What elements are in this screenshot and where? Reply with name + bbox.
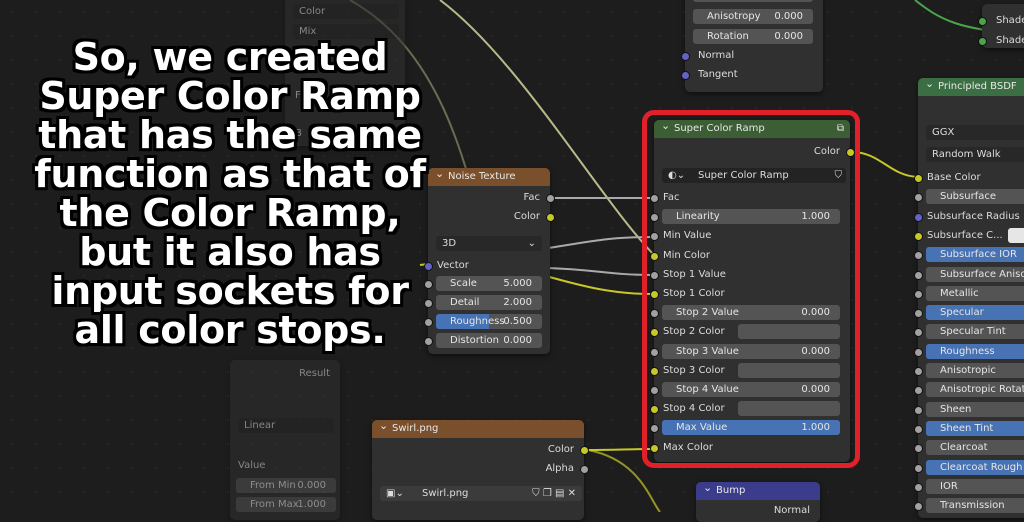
map-range-node[interactable]: Result Linear Value From Min 0.000 From M… — [230, 360, 340, 520]
bsdf-socket[interactable] — [914, 251, 923, 261]
bsdf-input[interactable]: Anisotropic — [926, 363, 1024, 378]
swirl-title: Swirl.png — [392, 423, 439, 434]
caption-overlay: So, we created Super Color Ramp that has t… — [0, 38, 460, 350]
bsdf-socket[interactable] — [914, 367, 923, 376]
swirl-image-node[interactable]: Swirl.png Color Alpha ▣⌄ Swirl.png ⛉ ❐ ▤… — [372, 417, 589, 520]
bump-normal-label: Normal — [773, 505, 810, 516]
caption-line: all color stops. — [74, 308, 386, 352]
image-selector[interactable]: ▣⌄ Swirl.png ⛉ ❐ ▤ ✕ — [380, 486, 582, 501]
normal-socket[interactable] — [681, 52, 690, 61]
caption-line: Super Color Ramp — [39, 74, 421, 118]
subsurface-method-dropdown[interactable]: Random Walk — [926, 147, 1024, 162]
shader-label-1: Shade — [996, 15, 1024, 26]
noise-fac-label: Fac — [523, 192, 540, 203]
bsdf-input: Base Color — [927, 172, 981, 183]
subsurface-color-swatch[interactable] — [1008, 227, 1024, 243]
shader-socket-2[interactable] — [978, 37, 987, 46]
bsdf-input[interactable]: Metallic — [926, 285, 1024, 301]
bsdf-input[interactable]: Specular Tint — [926, 324, 1024, 340]
bump-header[interactable]: Bump — [696, 479, 820, 500]
roughness-field-partial[interactable] — [693, 0, 813, 2]
bsdf-socket[interactable] — [914, 347, 923, 357]
tangent-socket[interactable] — [681, 71, 690, 80]
image-icon: ▣⌄ — [386, 488, 404, 499]
rotation-field[interactable]: Rotation 0.000 — [693, 29, 813, 44]
shader-label-2: Shade — [996, 35, 1024, 46]
bsdf-socket[interactable] — [914, 405, 923, 415]
caption-line: function as that of — [34, 152, 426, 196]
bsdf-input[interactable]: Anisotropic Rotati — [926, 382, 1024, 398]
bsdf-input[interactable]: Clearcoat Rough — [926, 459, 1024, 475]
bsdf-input[interactable]: Roughness — [926, 343, 1024, 359]
bsdf-socket[interactable] — [914, 174, 923, 183]
distribution-dropdown[interactable]: GGX — [926, 125, 1024, 140]
bsdf-socket[interactable] — [914, 424, 923, 434]
from-max-field[interactable]: From Max 1.000 — [236, 497, 336, 512]
bsdf-socket[interactable] — [914, 502, 923, 512]
bsdf-input[interactable]: Sheen — [926, 401, 1024, 417]
result-label: Result — [299, 368, 330, 379]
mix-type-dropdown[interactable]: Color — [293, 4, 399, 19]
interpolation-dropdown[interactable]: Linear — [238, 418, 334, 433]
bsdf-input[interactable]: Subsurface — [926, 189, 1024, 205]
bump-node[interactable]: Bump Normal — [696, 479, 820, 522]
bsdf-socket[interactable] — [914, 212, 923, 222]
bsdf-socket[interactable] — [914, 328, 923, 338]
caption-line: So, we created — [72, 35, 388, 79]
bump-title: Bump — [716, 485, 746, 496]
bsdf-input: Subsurface C... — [927, 229, 1003, 241]
image-name: Swirl.png — [422, 488, 469, 499]
bsdf-input[interactable]: Specular — [926, 305, 1024, 321]
wire-stop1-value — [547, 267, 656, 276]
shader-socket-1[interactable] — [978, 17, 987, 26]
noise-fac-socket[interactable] — [546, 194, 555, 203]
bsdf-socket[interactable] — [914, 289, 923, 299]
bsdf-input[interactable]: Subsurface Aniso — [926, 266, 1024, 282]
wire-out-color — [851, 151, 919, 178]
bsdf-input[interactable]: Clearcoat — [926, 440, 1024, 456]
bsdf-socket[interactable] — [914, 193, 923, 203]
swirl-alpha-label: Alpha — [545, 463, 574, 474]
bsdf-input: Subsurface Radius — [927, 210, 1020, 222]
principled-bsdf-node[interactable]: Principled BSDF GGX Random Walk Base Col… — [914, 75, 1024, 518]
caption-line: input sockets for — [51, 269, 409, 313]
tangent-label: Tangent — [698, 69, 738, 80]
anisotropy-field[interactable]: Anisotropy 0.000 — [693, 9, 813, 24]
bsdf-socket[interactable] — [914, 444, 923, 454]
bsdf-input[interactable]: Transmission — [926, 498, 1024, 514]
swirl-color-socket[interactable] — [580, 446, 589, 455]
bsdf-socket[interactable] — [914, 270, 923, 280]
from-min-field[interactable]: From Min 0.000 — [236, 478, 336, 493]
bsdf-socket[interactable] — [914, 309, 923, 319]
normal-label: Normal — [698, 50, 735, 61]
bsdf-socket[interactable] — [914, 482, 923, 492]
image-actions-icons[interactable]: ⛉ ❐ ▤ ✕ — [532, 486, 576, 501]
bsdf-input[interactable]: IOR — [926, 478, 1024, 494]
principled-bsdf-header[interactable]: Principled BSDF — [918, 75, 1024, 96]
value-label: Value — [238, 460, 266, 471]
bsdf-socket[interactable] — [914, 463, 923, 473]
chevron-down-icon: ⌄ — [527, 238, 536, 249]
noise-color-socket[interactable] — [546, 213, 555, 222]
noise-color-label: Color — [513, 211, 540, 222]
bsdf-input[interactable]: Sheen Tint — [926, 420, 1024, 436]
shader-node-partial[interactable]: Shade Shade — [978, 4, 1024, 48]
swirl-color-label: Color — [547, 444, 574, 455]
caption-line: that has the same — [38, 113, 422, 157]
bsdf-socket[interactable] — [914, 231, 923, 241]
principled-bsdf-title: Principled BSDF — [938, 81, 1017, 92]
highlight-box — [642, 110, 860, 468]
caption-line: but it also has — [79, 230, 381, 274]
bsdf-socket[interactable] — [914, 386, 923, 396]
caption-line: the Color Ramp, — [59, 191, 401, 235]
bsdf-input[interactable]: Subsurface IOR — [926, 247, 1024, 263]
bsdf-node-partial[interactable]: Anisotropy 0.000 Rotation 0.000 Normal Tan… — [681, 0, 823, 92]
swirl-header[interactable]: Swirl.png — [372, 417, 584, 438]
swirl-alpha-socket[interactable] — [580, 465, 589, 474]
